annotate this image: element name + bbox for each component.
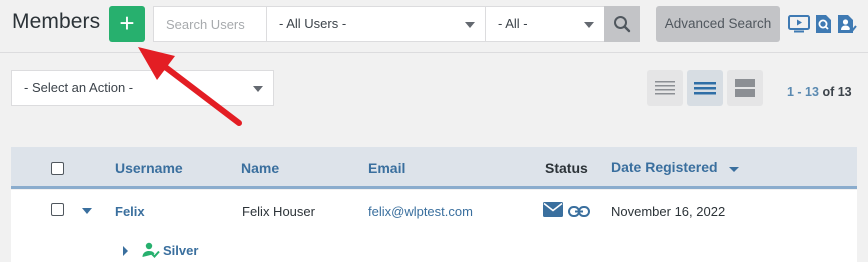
link-status-icon[interactable]	[568, 204, 590, 222]
chevron-down-icon	[584, 22, 594, 28]
status-filter-select[interactable]: - All -	[485, 6, 605, 42]
email-status-icon[interactable]	[543, 202, 563, 222]
status-filter-value: - All -	[498, 16, 528, 31]
view-wide-button[interactable]	[727, 70, 763, 106]
users-filter-select[interactable]: - All Users -	[266, 6, 486, 42]
column-email[interactable]: Email	[368, 160, 405, 176]
page-title: Members	[12, 10, 101, 33]
row-username[interactable]: Felix	[115, 204, 145, 219]
pagination-total: of 13	[822, 85, 852, 99]
row-date-registered: November 16, 2022	[611, 204, 726, 219]
column-name[interactable]: Name	[241, 160, 279, 176]
view-default-button[interactable]	[687, 70, 723, 106]
list-compact-icon	[655, 81, 675, 95]
row-level-name[interactable]: Silver	[163, 243, 198, 258]
chevron-down-icon	[465, 22, 475, 28]
sort-desc-icon[interactable]	[729, 167, 739, 172]
row-email[interactable]: felix@wlptest.com	[368, 204, 473, 219]
select-all-checkbox[interactable]	[51, 162, 64, 175]
user-doc-icon[interactable]	[836, 14, 858, 34]
view-compact-button[interactable]	[647, 70, 683, 106]
pagination-summary: 1 - 13 of 13	[787, 85, 852, 99]
chevron-down-icon	[253, 86, 263, 92]
column-username[interactable]: Username	[115, 160, 183, 176]
list-default-icon	[694, 82, 716, 95]
add-member-button[interactable]: +	[109, 6, 145, 42]
row-name: Felix Houser	[242, 204, 315, 219]
video-icon[interactable]	[788, 14, 810, 34]
search-icon	[614, 16, 631, 33]
table-row	[11, 190, 857, 262]
search-users-input[interactable]: Search Users	[153, 6, 267, 42]
header-divider	[0, 52, 868, 53]
advanced-search-button[interactable]: Advanced Search	[656, 6, 780, 42]
column-date-registered[interactable]: Date Registered	[611, 159, 718, 175]
search-doc-icon[interactable]	[814, 14, 832, 34]
search-button[interactable]	[604, 6, 640, 42]
level-check-icon	[142, 242, 160, 262]
bulk-action-value: - Select an Action -	[24, 80, 134, 95]
row-checkbox[interactable]	[51, 203, 64, 216]
expand-row-icon[interactable]	[82, 208, 92, 214]
users-filter-value: - All Users -	[279, 16, 347, 31]
bulk-action-select[interactable]: - Select an Action -	[11, 70, 274, 106]
expand-level-icon[interactable]	[123, 246, 128, 256]
list-wide-icon	[735, 79, 755, 97]
column-status: Status	[545, 160, 588, 176]
pagination-range: 1 - 13	[787, 85, 819, 99]
